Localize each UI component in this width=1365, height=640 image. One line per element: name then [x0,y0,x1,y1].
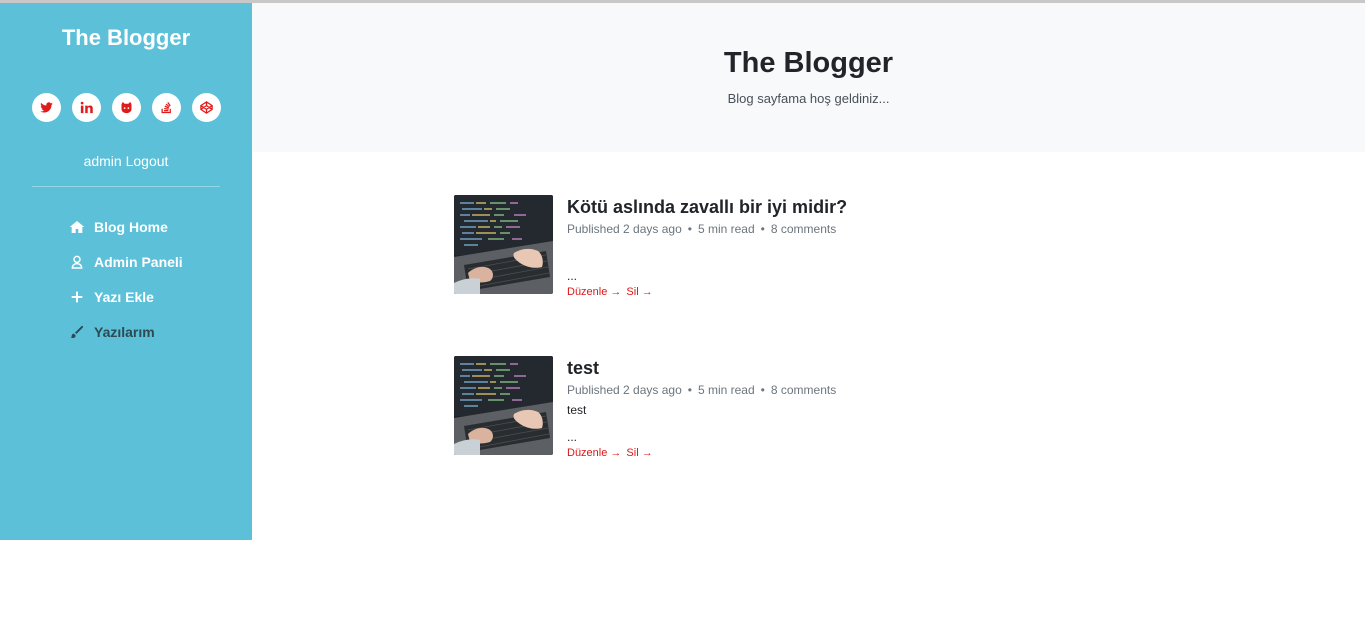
post-comments[interactable]: 8 comments [771,383,836,397]
brush-icon [68,323,85,340]
post-thumbnail[interactable] [454,356,553,455]
delete-link[interactable]: Sil → [626,286,652,298]
home-icon [68,218,85,235]
post-actions: Düzenle → Sil → [567,447,1047,459]
codepen-icon[interactable] [192,93,221,122]
sidebar-brand[interactable]: The Blogger [0,25,252,51]
sidebar-item-blog-home[interactable]: Blog Home [68,209,183,244]
edit-link[interactable]: Düzenle → [567,447,621,459]
post-card: Kötü aslında zavallı bir iyi midir? Publ… [454,195,1054,315]
sidebar-divider [32,186,220,187]
post-excerpt: test [567,403,587,417]
meta-separator: • [760,383,765,397]
sidebar-item-my-posts[interactable]: Yazılarım [68,314,183,349]
post-actions: Düzenle → Sil → [567,286,1047,298]
post-meta: Published 2 days ago • 5 min read • 8 co… [567,222,1047,236]
sidebar-nav: Blog Home Admin Paneli Yazı Ekle Yazılar… [68,209,183,349]
meta-separator: • [687,383,692,397]
github-icon[interactable] [112,93,141,122]
post-title[interactable]: Kötü aslında zavallı bir iyi midir? [567,197,1047,218]
page-title: The Blogger [723,47,894,79]
twitter-icon[interactable] [32,93,61,122]
linkedin-icon[interactable] [72,93,101,122]
edit-link[interactable]: Düzenle → [567,286,621,298]
plus-icon [68,288,85,305]
post-read-time: 5 min read [697,222,755,236]
user-status: admin Logout [0,153,252,169]
post-ellipsis: ... [567,430,578,444]
post-body: Kötü aslında zavallı bir iyi midir? Publ… [567,195,1047,298]
post-thumbnail[interactable] [454,195,553,294]
post-ellipsis: ... [567,269,578,283]
sidebar-item-admin-panel[interactable]: Admin Paneli [68,244,183,279]
stackoverflow-icon[interactable] [152,93,181,122]
sidebar-item-label: Blog Home [94,218,168,235]
page-subtitle: Blog sayfama hoş geldiniz... [727,91,890,106]
post-published: Published 2 days ago [567,222,682,236]
sidebar-item-label: Yazılarım [94,323,155,340]
post-title[interactable]: test [567,358,1047,379]
post-comments[interactable]: 8 comments [771,222,836,236]
social-links [32,93,221,122]
meta-separator: • [687,222,692,236]
post-body: test Published 2 days ago • 5 min read •… [567,356,1047,459]
sidebar-item-add-post[interactable]: Yazı Ekle [68,279,183,314]
post-meta: Published 2 days ago • 5 min read • 8 co… [567,383,1047,397]
user-icon [68,253,85,270]
sidebar: The Blogger admin Logout Blog Home Admin… [0,3,252,540]
username-label: admin [83,153,122,169]
sidebar-item-label: Admin Paneli [94,253,183,270]
post-published: Published 2 days ago [567,383,682,397]
logout-link[interactable]: Logout [126,153,169,169]
post-excerpt [567,242,1047,256]
page-header: The Blogger Blog sayfama hoş geldiniz... [252,3,1365,152]
delete-link[interactable]: Sil → [626,447,652,459]
post-card: test Published 2 days ago • 5 min read •… [454,356,1054,476]
sidebar-item-label: Yazı Ekle [94,288,154,305]
post-read-time: 5 min read [697,383,755,397]
meta-separator: • [760,222,765,236]
